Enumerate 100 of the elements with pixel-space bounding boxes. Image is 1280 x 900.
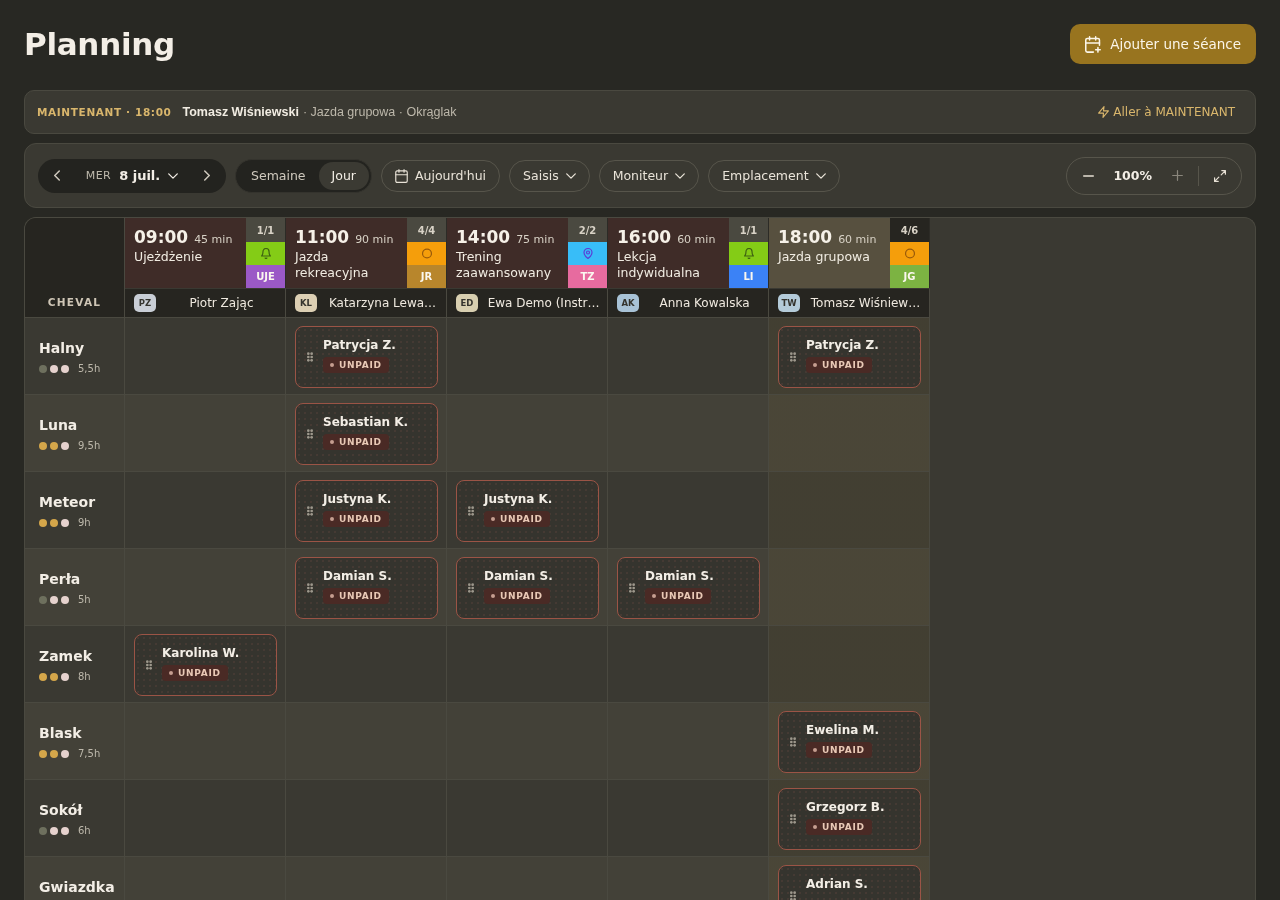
payment-status-label: UNPAID xyxy=(339,591,382,601)
horse-hours: 9,5h xyxy=(78,440,101,451)
booking-card[interactable]: Sebastian K. UNPAID xyxy=(295,403,438,465)
horse-name: Perła xyxy=(39,570,82,588)
avatar-initials: TW xyxy=(778,294,800,312)
horse-name: Luna xyxy=(39,416,79,434)
rider-name: Adrian S. xyxy=(806,877,868,891)
rider-name: Justyna K. xyxy=(484,492,553,506)
grip-icon xyxy=(146,660,152,670)
chevron-down-icon xyxy=(815,172,826,179)
dot-icon xyxy=(169,671,173,675)
chevron-down-icon xyxy=(168,172,179,179)
rider-name: Patrycja Z. xyxy=(323,338,396,352)
rider-name: Sebastian K. xyxy=(323,415,409,429)
add-session-button[interactable]: Ajouter une séance xyxy=(1070,24,1256,64)
booking-card[interactable]: Damian S. UNPAID xyxy=(456,557,599,619)
dot-icon xyxy=(491,517,495,521)
horse-name: Meteor xyxy=(39,493,97,511)
view-tab[interactable]: Semaine xyxy=(238,161,319,190)
horse-hours: 5,5h xyxy=(78,363,101,374)
dot-icon xyxy=(330,594,334,598)
rider-name: Ewelina M. xyxy=(806,723,879,737)
payment-status-label: UNPAID xyxy=(500,514,543,524)
rider-name: Justyna K. xyxy=(323,492,392,506)
booking-card[interactable]: Damian S. UNPAID xyxy=(295,557,438,619)
column-header: CHEVAL xyxy=(47,296,102,308)
grip-icon xyxy=(629,583,635,593)
booking-card[interactable]: Patrycja Z. UNPAID xyxy=(295,326,438,388)
chevron-down-icon xyxy=(565,172,576,179)
horse-name: Zamek xyxy=(39,647,93,665)
date-dropdown[interactable]: 8 juil. xyxy=(119,168,179,183)
booking-card[interactable]: Adrian S. xyxy=(778,865,921,900)
horse-hours: 8h xyxy=(78,671,91,682)
booking-card[interactable]: Karolina W. UNPAID xyxy=(134,634,277,696)
session-title: Jazda rekreacyjna xyxy=(295,249,370,281)
grip-icon xyxy=(307,352,313,362)
chevron-down-icon xyxy=(675,172,686,179)
booking-card[interactable]: Justyna K. UNPAID xyxy=(295,480,438,542)
instructor-name: Piotr Zając xyxy=(188,296,255,310)
session-time: 16:00 xyxy=(617,227,672,247)
payment-status-label: UNPAID xyxy=(178,668,221,678)
session-duration: 60 min xyxy=(838,233,877,246)
instructor-name: Katarzyna Lewa… xyxy=(327,296,438,310)
grip-icon xyxy=(790,814,796,824)
session-title: Ujeżdżenie xyxy=(134,249,204,265)
expand-icon xyxy=(1214,169,1226,182)
weekday-label: MER xyxy=(85,169,112,182)
view-tab[interactable]: Jour xyxy=(318,161,369,190)
seat-count: 1/1 xyxy=(246,218,285,242)
payment-status-label: UNPAID xyxy=(822,745,865,755)
instructor-name: Tomasz Wiśniew… xyxy=(809,296,922,310)
grip-icon xyxy=(307,583,313,593)
booking-card[interactable]: Grzegorz B. UNPAID xyxy=(778,788,921,850)
seat-count: 4/4 xyxy=(407,218,446,242)
horse-name: Gwiazdka xyxy=(39,878,116,896)
dot-icon xyxy=(813,825,817,829)
plus-icon xyxy=(1171,170,1183,181)
dot-icon xyxy=(330,440,334,444)
grip-icon xyxy=(790,891,796,900)
session-duration: 75 min xyxy=(516,233,555,246)
session-time: 11:00 xyxy=(295,227,350,247)
now-details: · Jazda grupowa · Okrąglak xyxy=(302,105,457,119)
session-code-tag: TZ xyxy=(568,265,607,288)
horse-name: Sokół xyxy=(39,801,84,819)
now-label: MAINTENANT · 18:00 xyxy=(37,106,172,118)
lightning-icon xyxy=(1098,106,1110,118)
horse-name: Blask xyxy=(39,724,83,742)
instructor-name: Ewa Demo (Instr… xyxy=(486,296,601,310)
dot-icon xyxy=(330,517,334,521)
payment-status-label: UNPAID xyxy=(339,360,382,370)
dot-icon xyxy=(491,594,495,598)
rider-name: Damian S. xyxy=(645,569,714,583)
booking-card[interactable]: Ewelina M. UNPAID xyxy=(778,711,921,773)
rider-name: Patrycja Z. xyxy=(806,338,879,352)
instructor-name: Anna Kowalska xyxy=(658,296,751,310)
seat-count: 4/6 xyxy=(890,218,929,242)
grip-icon xyxy=(468,583,474,593)
booking-card[interactable]: Justyna K. UNPAID xyxy=(456,480,599,542)
dot-icon xyxy=(330,363,334,367)
session-time: 09:00 xyxy=(134,227,189,247)
session-duration: 90 min xyxy=(355,233,394,246)
avatar-initials: KL xyxy=(295,294,317,312)
booking-card[interactable]: Damian S. UNPAID xyxy=(617,557,760,619)
dot-icon xyxy=(813,748,817,752)
calendar-plus-icon xyxy=(1085,35,1102,53)
horse-hours: 5h xyxy=(78,594,91,605)
session-code-tag: LI xyxy=(729,265,768,288)
grip-icon xyxy=(307,429,313,439)
rider-name: Damian S. xyxy=(484,569,553,583)
seat-count: 2/2 xyxy=(568,218,607,242)
grip-icon xyxy=(468,506,474,516)
booking-card[interactable]: Patrycja Z. UNPAID xyxy=(778,326,921,388)
session-code-tag: JG xyxy=(890,265,929,288)
rider-name: Damian S. xyxy=(323,569,392,583)
avatar-initials: AK xyxy=(617,294,639,312)
horse-hours: 7,5h xyxy=(78,748,101,759)
go-to-now-link[interactable]: Aller à MAINTENANT xyxy=(1090,105,1243,119)
zoom-level: 100% xyxy=(1112,168,1153,183)
grip-icon xyxy=(790,352,796,362)
avatar-initials: ED xyxy=(456,294,478,312)
